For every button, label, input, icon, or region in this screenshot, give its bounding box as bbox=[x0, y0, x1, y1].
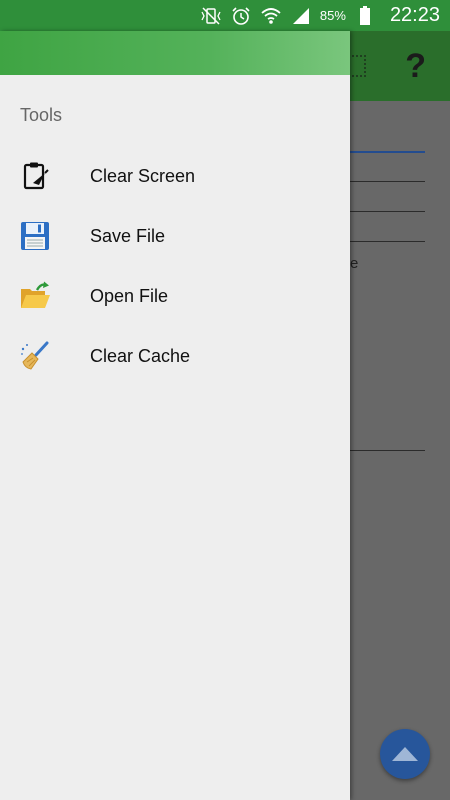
help-icon: ? bbox=[405, 47, 426, 85]
background-divider bbox=[350, 211, 425, 212]
battery-icon bbox=[354, 5, 376, 26]
clock-time: 22:23 bbox=[389, 4, 440, 26]
broom-icon bbox=[18, 339, 52, 373]
scroll-up-button[interactable] bbox=[380, 729, 430, 779]
mute-vibrate-icon bbox=[200, 6, 222, 26]
menu-item-label: Clear Cache bbox=[90, 345, 191, 366]
menu-item-open-file[interactable]: Open File bbox=[0, 266, 350, 326]
clipboard-icon bbox=[18, 159, 52, 193]
background-divider bbox=[350, 450, 425, 451]
battery-percent: 85% bbox=[319, 8, 346, 23]
menu-item-clear-screen[interactable]: Clear Screen bbox=[0, 146, 350, 206]
navigation-drawer: Tools Clear Screen Save File Open File C… bbox=[0, 31, 350, 800]
menu-item-label: Open File bbox=[90, 285, 169, 306]
menu-item-label: Clear Screen bbox=[90, 165, 196, 186]
menu-item-clear-cache[interactable]: Clear Cache bbox=[0, 326, 350, 386]
chevron-up-icon bbox=[392, 747, 418, 761]
status-bar: 85% 22:23 bbox=[0, 0, 450, 31]
section-title: Tools bbox=[20, 105, 63, 125]
wifi-icon bbox=[260, 6, 282, 26]
background-toolbar-icon bbox=[348, 55, 366, 77]
background-divider bbox=[350, 181, 425, 182]
signal-icon bbox=[290, 6, 312, 26]
drawer-menu: Clear Screen Save File Open File Clear C… bbox=[0, 146, 350, 386]
menu-item-label: Save File bbox=[90, 225, 166, 246]
floppy-disk-icon bbox=[18, 219, 52, 253]
drawer-header bbox=[0, 31, 350, 75]
background-divider bbox=[350, 241, 425, 242]
alarm-icon bbox=[230, 6, 252, 26]
background-divider bbox=[350, 151, 425, 153]
background-text: e bbox=[350, 255, 359, 272]
menu-item-save-file[interactable]: Save File bbox=[0, 206, 350, 266]
open-folder-icon bbox=[18, 279, 52, 313]
